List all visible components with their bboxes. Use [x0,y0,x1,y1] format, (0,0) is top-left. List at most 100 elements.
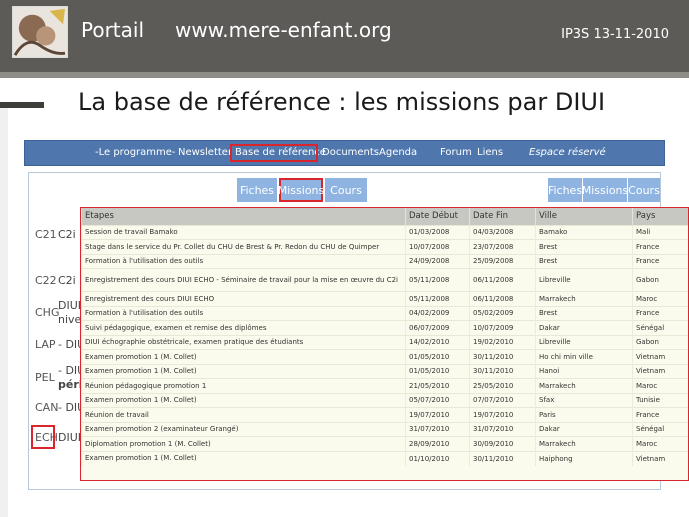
header-divider [0,72,689,78]
nav-item-espace-reserve[interactable]: Espace réservé [529,147,606,158]
diui-code-lap[interactable]: LAP [35,338,56,351]
cell-date-fin: 19/07/2010 [469,407,536,422]
cell-ville: Marrakech [535,291,633,306]
cell-etape: Examen promotion 1 (M. Collet) [81,349,406,364]
cell-pays: Maroc [632,378,688,393]
cell-etape: Examen promotion 1 (M. Collet) [81,392,406,408]
cell-date-debut: 01/05/2010 [405,349,470,364]
column-header-ville[interactable]: Ville [535,208,633,225]
cell-pays: Gabon [632,334,688,350]
nav-item-agenda[interactable]: Agenda [379,147,417,158]
cell-date-debut: 10/07/2008 [405,239,470,254]
diui-label-chg-2: nive [58,313,82,326]
table-row[interactable]: Examen promotion 1 (M. Collet) 05/07/201… [81,392,688,408]
left-stripe [0,108,8,517]
cell-etape: Enregistrement des cours DIUI ECHO - Sém… [81,268,406,292]
header-url: www.mere-enfant.org [175,18,392,42]
cell-ville: Brest [535,305,633,321]
diui-code-c22[interactable]: C22 [35,274,57,287]
cell-date-fin: 25/09/2008 [469,253,536,269]
cell-etape: Réunion de travail [81,407,406,422]
cell-date-fin: 23/07/2008 [469,239,536,254]
nav-item-newsletter[interactable]: Newsletter [178,147,232,158]
cell-ville: Dakar [535,421,633,437]
cell-date-fin: 04/03/2008 [469,224,536,240]
cell-date-debut: 01/05/2010 [405,363,470,379]
cell-pays: Tunisie [632,392,688,408]
slide-title: La base de référence : les missions par … [78,88,606,116]
cell-etape: Stage dans le service du Pr. Collet du C… [81,239,406,254]
table-row[interactable]: Examen promotion 1 (M. Collet) 01/05/201… [81,363,688,379]
column-header-pays[interactable]: Pays [632,208,688,225]
cell-date-debut: 24/09/2008 [405,253,470,269]
cell-etape: Formation à l'utilisation des outils [81,253,406,269]
cell-date-fin: 25/05/2010 [469,378,536,393]
tab-cours[interactable]: Cours [325,178,367,202]
diui-code-chg[interactable]: CHG [35,306,59,319]
cell-pays: Sénégal [632,421,688,437]
nav-item-liens[interactable]: Liens [477,147,503,158]
table-row[interactable]: DIUI échographie obstétricale, examen pr… [81,334,688,350]
cell-pays: France [632,305,688,321]
cell-pays: Gabon [632,268,688,292]
tab-cours-right[interactable]: Cours [628,178,660,202]
highlight-box-ech [31,425,55,449]
table-row[interactable]: Formation à l'utilisation des outils 24/… [81,253,688,269]
cell-ville: Libreville [535,268,633,292]
cell-ville: Marrakech [535,436,633,451]
cell-pays: Maroc [632,291,688,306]
cell-date-debut: 05/11/2008 [405,268,470,292]
nav-item-forum[interactable]: Forum [440,147,472,158]
cell-ville: Sfax [535,392,633,408]
cell-date-fin: 30/09/2010 [469,436,536,451]
table-row[interactable]: Examen promotion 1 (M. Collet) 01/10/201… [81,450,688,466]
cell-ville: Dakar [535,320,633,335]
table-row[interactable]: Enregistrement des cours DIUI ECHO 05/11… [81,291,688,306]
diui-code-pel[interactable]: PEL [35,371,55,384]
table-row[interactable]: Diplomation promotion 1 (M. Collet) 28/0… [81,436,688,451]
cell-date-debut: 06/07/2009 [405,320,470,335]
column-header-etapes[interactable]: Etapes [81,208,406,225]
table-row[interactable]: Réunion pédagogique promotion 1 21/05/20… [81,378,688,393]
cell-date-debut: 28/09/2010 [405,436,470,451]
cell-pays: Maroc [632,436,688,451]
cell-date-debut: 01/03/2008 [405,224,470,240]
cell-ville: Brest [535,253,633,269]
cell-pays: Sénégal [632,320,688,335]
cell-etape: Enregistrement des cours DIUI ECHO [81,291,406,306]
cell-date-debut: 21/05/2010 [405,378,470,393]
cell-etape: DIUI échographie obstétricale, examen pr… [81,334,406,350]
table-row[interactable]: Session de travail Bamako 01/03/2008 04/… [81,224,688,240]
cell-date-debut: 14/02/2010 [405,334,470,350]
cell-pays: Mali [632,224,688,240]
cell-pays: France [632,253,688,269]
nav-item-documents[interactable]: Documents [322,147,379,158]
column-header-date-debut[interactable]: Date Début [405,208,470,225]
tab-fiches-right[interactable]: Fiches [548,178,582,202]
table-row[interactable]: Examen promotion 2 (examinateur Grangé) … [81,421,688,437]
cell-ville: Hanoi [535,363,633,379]
diui-code-c21[interactable]: C21 [35,228,57,241]
cell-date-fin: 30/11/2010 [469,349,536,364]
missions-table: Etapes Date Début Date Fin Ville Pays Se… [81,208,688,466]
cell-etape: Examen promotion 1 (M. Collet) [81,450,406,466]
diui-label-pel-2: péri [58,378,83,391]
diui-code-can[interactable]: CAN [35,401,58,414]
table-row[interactable]: Réunion de travail 19/07/2010 19/07/2010… [81,407,688,422]
table-row[interactable]: Enregistrement des cours DIUI ECHO - Sém… [81,268,688,292]
tab-missions[interactable]: Missions [278,178,324,202]
header-portail: Portail [81,18,145,42]
tab-fiches[interactable]: Fiches [237,178,277,202]
tab-missions-right[interactable]: Missions [582,178,628,202]
table-row[interactable]: Formation à l'utilisation des outils 04/… [81,305,688,321]
cell-date-debut: 01/10/2010 [405,450,470,466]
table-row[interactable]: Stage dans le service du Pr. Collet du C… [81,239,688,254]
portal-logo-image [12,6,68,58]
cell-date-fin: 07/07/2010 [469,392,536,408]
table-row[interactable]: Suivi pédagogique, examen et remise des … [81,320,688,335]
diui-label-chg: DIUI [58,299,82,312]
nav-item-programme[interactable]: -Le programme- [95,147,176,158]
cell-date-fin: 05/02/2009 [469,305,536,321]
column-header-date-fin[interactable]: Date Fin [469,208,536,225]
table-row[interactable]: Examen promotion 1 (M. Collet) 01/05/201… [81,349,688,364]
